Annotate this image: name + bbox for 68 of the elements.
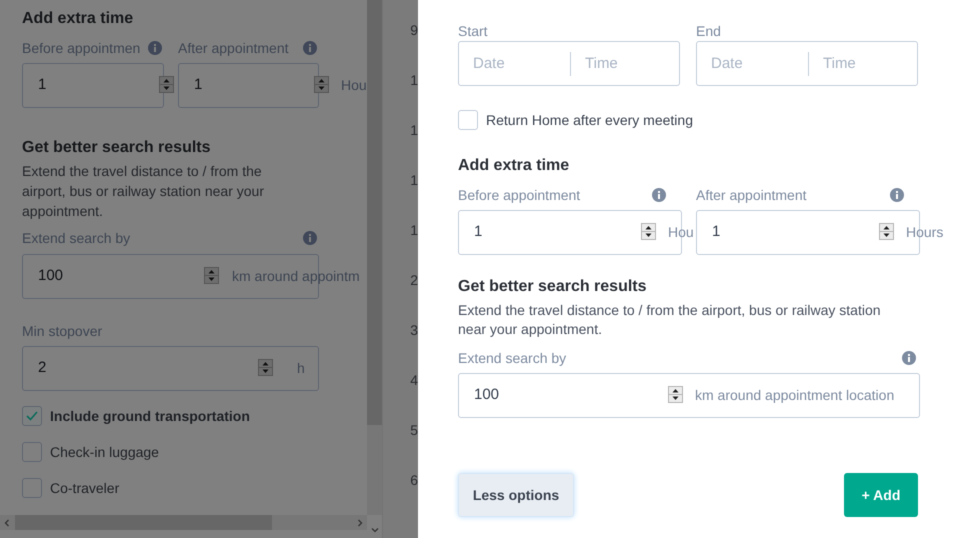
unit-label: h — [297, 360, 305, 376]
hour-label: 9 — [410, 21, 418, 40]
checkbox[interactable] — [22, 442, 42, 462]
field-label: End — [696, 22, 722, 40]
number-field[interactable]: 1 Hou — [458, 210, 694, 253]
date-input[interactable]: Date — [697, 52, 808, 76]
field-label: Before appointment — [458, 186, 580, 204]
info-icon[interactable] — [148, 41, 162, 55]
scrollbar-thumb[interactable] — [15, 515, 272, 530]
less-options-button[interactable]: Less options — [458, 473, 574, 517]
hour-label: 1 — [410, 121, 418, 140]
number-field[interactable]: 100 km around appointm — [22, 254, 360, 297]
option-label: Check-in luggage — [50, 444, 159, 460]
hour-label: 3 — [410, 321, 418, 340]
field-label: After appointment — [696, 186, 807, 204]
section-heading: Add extra time — [458, 156, 570, 176]
time-input[interactable]: Time — [808, 52, 916, 76]
section-description: Extend the travel distance to / from the airport, bus or railway station near your appointment. — [458, 301, 882, 339]
number-field[interactable]: 1 Hou — [178, 63, 367, 106]
date-input[interactable]: Date — [459, 52, 570, 76]
number-field[interactable]: 1 Hours — [696, 210, 944, 253]
info-icon[interactable] — [902, 351, 916, 365]
section-heading: Add extra time — [22, 9, 134, 29]
checkbox-label: Return Home after every meeting — [486, 112, 693, 128]
option-label: Include ground transportation — [50, 408, 250, 424]
checkbox[interactable] — [22, 406, 42, 426]
add-button[interactable]: + Add — [844, 473, 918, 517]
section-heading: Get better search results — [458, 277, 648, 297]
checkbox[interactable] — [22, 478, 42, 498]
hour-label: 2 — [410, 271, 418, 290]
info-icon[interactable] — [890, 188, 904, 202]
unit-label: km around appointment location — [695, 386, 894, 402]
number-field[interactable]: 1 — [22, 63, 174, 106]
hour-label: 1 — [410, 171, 418, 190]
scroll-left-icon[interactable] — [3, 518, 11, 526]
datetime-field[interactable]: Date Time — [696, 41, 918, 86]
unit-label: Hou — [341, 76, 367, 92]
spinner-icon[interactable] — [641, 223, 656, 240]
section-heading: Get better search results — [22, 138, 212, 158]
info-icon[interactable] — [303, 231, 317, 245]
scrollbar-thumb[interactable] — [367, 0, 382, 425]
section-description: Extend the travel distance to / from the airport, bus or railway station near your appointment. — [22, 162, 265, 221]
spinner-icon[interactable] — [879, 223, 894, 240]
scroll-down-icon[interactable] — [370, 526, 378, 534]
hour-label: 6 — [410, 471, 418, 490]
hour-label: 5 — [410, 421, 418, 440]
unit-label: km around appointm — [232, 268, 360, 284]
field-label: Before appointmen — [22, 39, 140, 57]
unit-label: Hou — [668, 224, 694, 240]
info-icon[interactable] — [652, 188, 666, 202]
info-icon[interactable] — [303, 41, 317, 55]
hour-label: 1 — [410, 221, 418, 240]
hour-label: 1 — [410, 71, 418, 90]
unit-label: Hours — [906, 224, 944, 240]
checkmark-icon — [26, 411, 38, 421]
number-field[interactable]: 100 km around appointment location — [458, 373, 918, 416]
number-field[interactable]: 2 h — [22, 346, 317, 389]
option-label: Co-traveler — [50, 480, 120, 496]
field-label: Extend search by — [22, 229, 130, 247]
datetime-field[interactable]: Date Time — [458, 41, 680, 86]
field-label: After appointment — [178, 39, 289, 57]
field-label: Start — [458, 22, 489, 40]
spinner-icon[interactable] — [668, 386, 683, 403]
scroll-right-icon[interactable] — [356, 518, 364, 526]
time-input[interactable]: Time — [570, 52, 678, 76]
field-label: Min stopover — [22, 322, 104, 340]
field-label: Extend search by — [458, 349, 566, 367]
hour-label: 4 — [410, 371, 418, 390]
